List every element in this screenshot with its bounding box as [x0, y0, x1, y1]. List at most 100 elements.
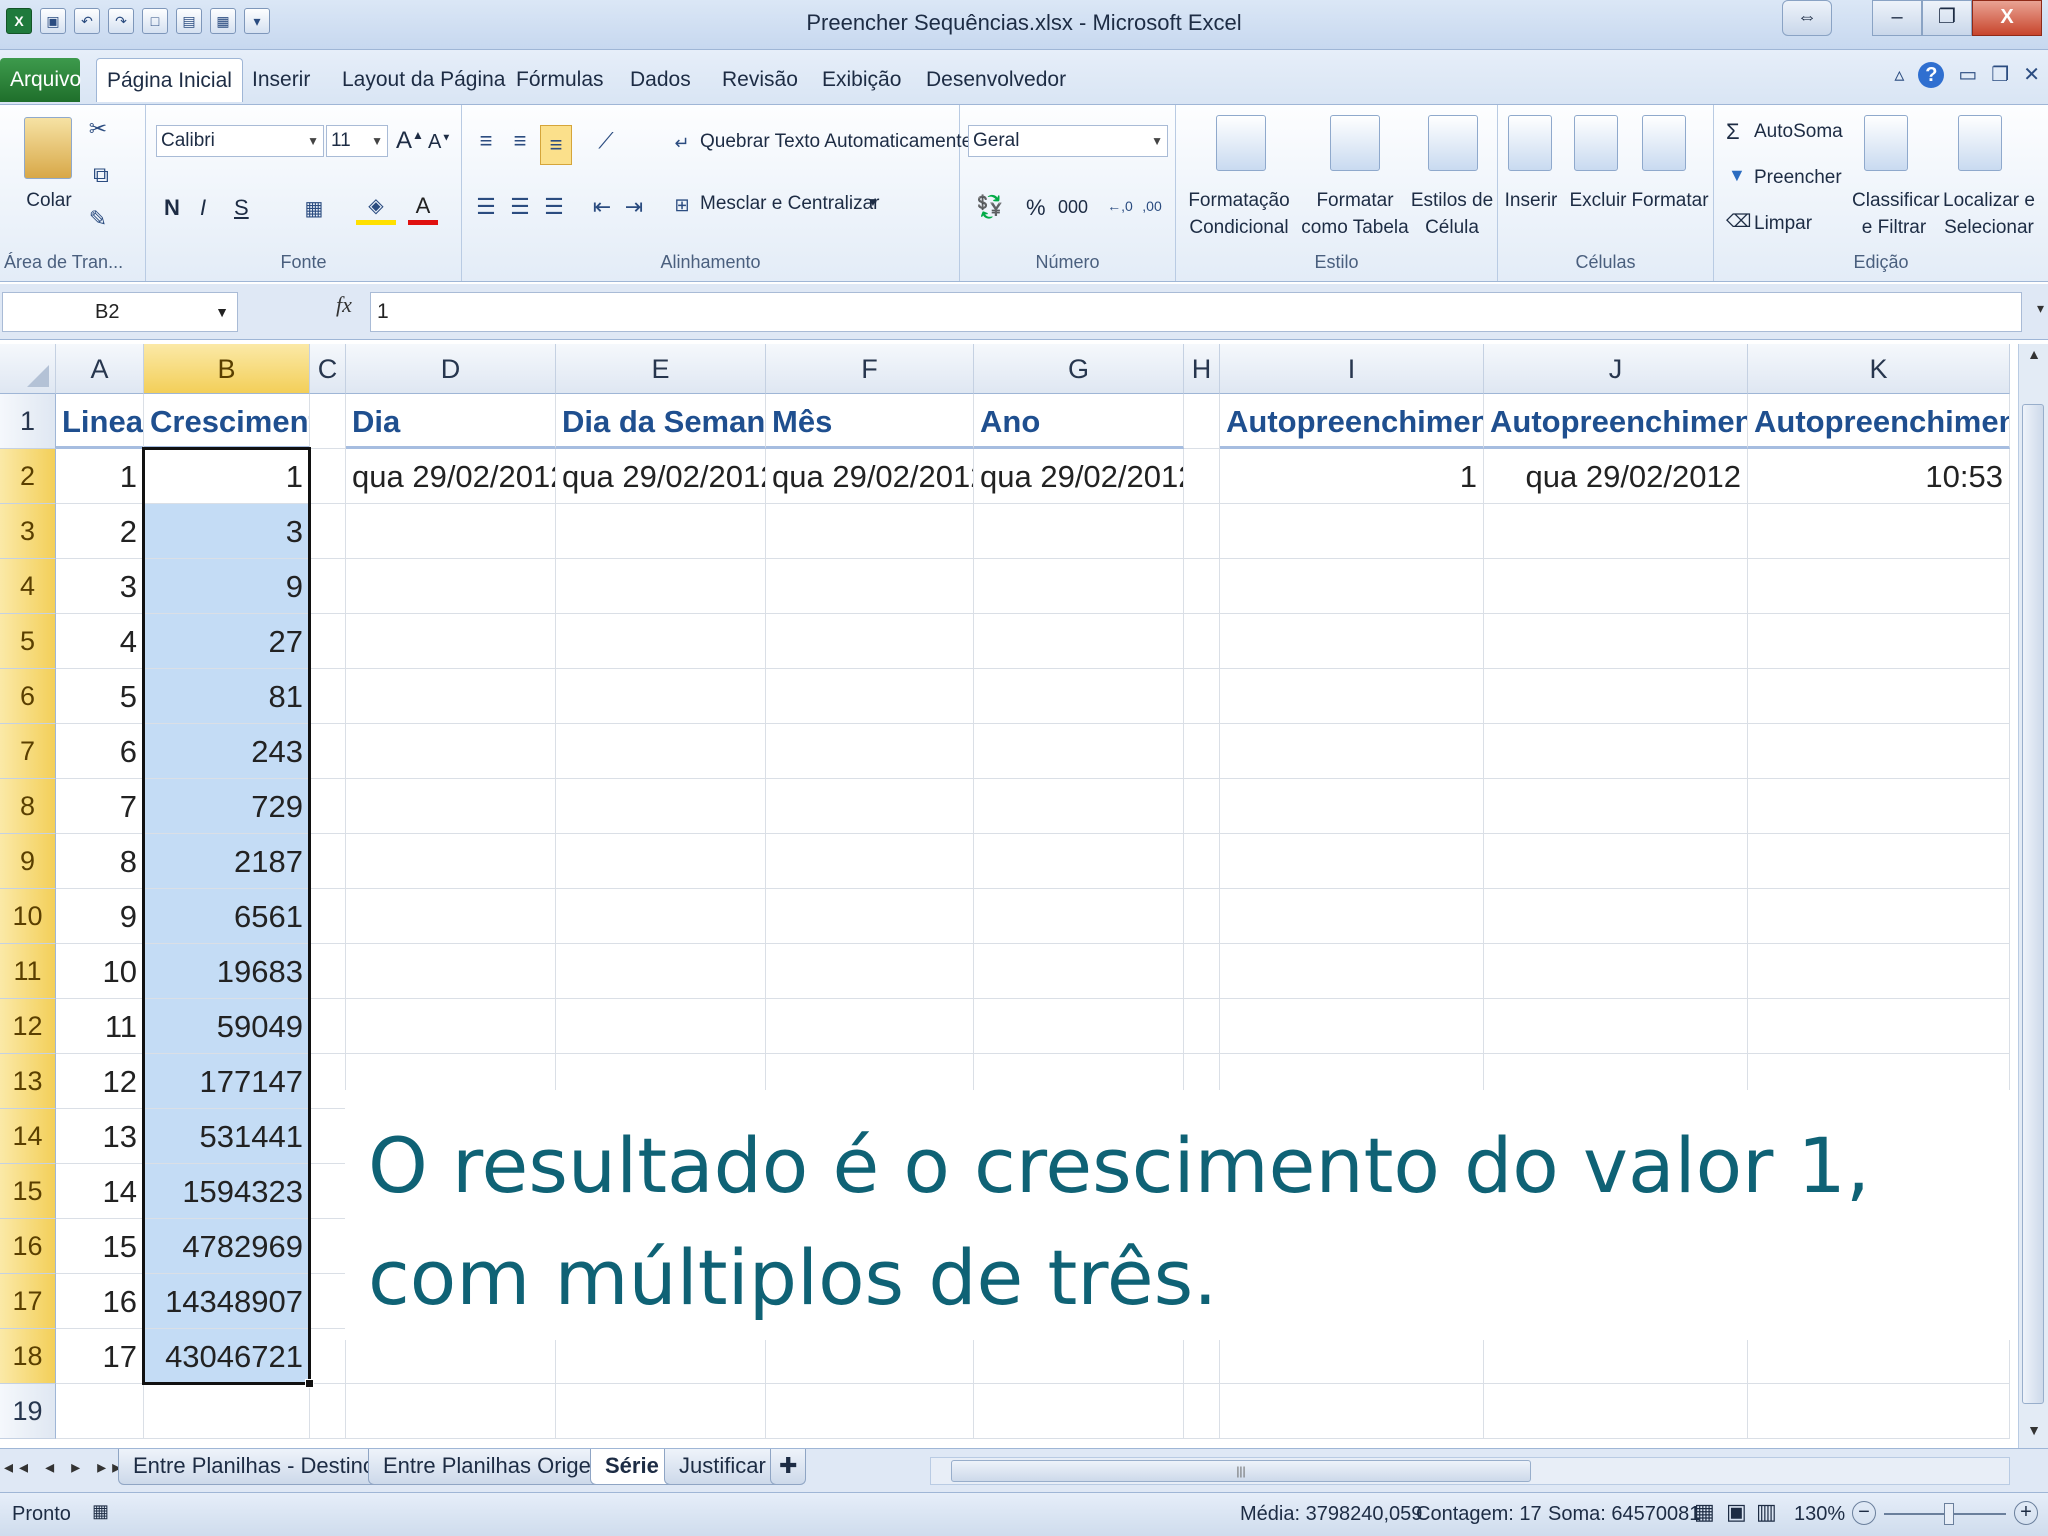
number-format-select[interactable]: Geral ▼ — [968, 125, 1168, 157]
header-cell-d[interactable]: Dia — [346, 394, 556, 449]
cell-j4[interactable] — [1484, 559, 1748, 614]
column-header-j[interactable]: J — [1484, 344, 1748, 394]
cell-styles-button[interactable]: Estilos de Célula — [1410, 187, 1494, 241]
cell-a5[interactable]: 4 — [56, 614, 144, 669]
restore-button[interactable]: ❐ — [1922, 0, 1972, 36]
zoom-out-icon[interactable]: − — [1852, 1501, 1876, 1525]
cell-j19[interactable] — [1484, 1384, 1748, 1439]
shrink-font-icon[interactable]: A▼ — [428, 131, 451, 154]
cell-b6[interactable]: 81 — [144, 669, 310, 724]
cell-a13[interactable]: 12 — [56, 1054, 144, 1109]
cell-i9[interactable] — [1220, 834, 1484, 889]
row-header-14[interactable]: 14 — [0, 1109, 56, 1164]
sort-filter-icon[interactable] — [1864, 115, 1908, 171]
cell-i2[interactable]: 1 — [1220, 449, 1484, 504]
grow-font-icon[interactable]: A▲ — [396, 127, 424, 155]
column-header-k[interactable]: K — [1748, 344, 2010, 394]
merge-center-button[interactable]: Mesclar e Centralizar — [700, 193, 880, 215]
sheet-tab-entre-planilhas-destino[interactable]: Entre Planilhas - Destino — [118, 1449, 391, 1485]
delete-cells-button[interactable]: Excluir — [1566, 187, 1630, 214]
cell-i11[interactable] — [1220, 944, 1484, 999]
increase-indent-icon[interactable]: ⇥ — [620, 193, 648, 221]
cell-b18[interactable]: 43046721 — [144, 1329, 310, 1384]
cell-e2[interactable]: qua 29/02/2012 — [556, 449, 766, 504]
format-cells-icon[interactable] — [1642, 115, 1686, 171]
scroll-down-icon[interactable]: ▼ — [2019, 1422, 2048, 1446]
cell-c3[interactable] — [310, 504, 346, 559]
cell-b3[interactable]: 3 — [144, 504, 310, 559]
format-as-table-icon[interactable] — [1330, 115, 1380, 171]
cell-e11[interactable] — [556, 944, 766, 999]
column-header-b[interactable]: B — [144, 344, 310, 394]
chevron-down-icon[interactable]: ▼ — [867, 195, 879, 209]
tab-exibicao[interactable]: Exibição — [812, 58, 911, 102]
cell-h10[interactable] — [1184, 889, 1220, 944]
font-color-icon[interactable]: A — [408, 191, 438, 225]
tab-dados[interactable]: Dados — [620, 58, 701, 102]
cell-f11[interactable] — [766, 944, 974, 999]
vertical-scroll-thumb[interactable] — [2022, 404, 2044, 1404]
cell-a18[interactable]: 17 — [56, 1329, 144, 1384]
cell-j5[interactable] — [1484, 614, 1748, 669]
cell-a3[interactable]: 2 — [56, 504, 144, 559]
cell-f2[interactable]: qua 29/02/2012 — [766, 449, 974, 504]
cell-a14[interactable]: 13 — [56, 1109, 144, 1164]
cell-h3[interactable] — [1184, 504, 1220, 559]
page-break-view-icon[interactable]: ▥ — [1756, 1499, 1777, 1525]
header-cell-f[interactable]: Mês — [766, 394, 974, 449]
cell-k4[interactable] — [1748, 559, 2010, 614]
cell-i19[interactable] — [1220, 1384, 1484, 1439]
sheet-tab-justificar[interactable]: Justificar — [664, 1449, 781, 1485]
name-box[interactable]: B2 ▼ — [2, 292, 238, 332]
cell-d19[interactable] — [346, 1384, 556, 1439]
cell-g3[interactable] — [974, 504, 1184, 559]
cell-h7[interactable] — [1184, 724, 1220, 779]
borders-icon[interactable]: ▦ — [294, 193, 334, 223]
minimize-button[interactable]: – — [1872, 0, 1922, 36]
cell-k6[interactable] — [1748, 669, 2010, 724]
cell-a2[interactable]: 1 — [56, 449, 144, 504]
percent-button[interactable]: % — [1026, 195, 1046, 221]
column-header-h[interactable]: H — [1184, 344, 1220, 394]
cell-f9[interactable] — [766, 834, 974, 889]
cell-c15[interactable] — [310, 1164, 346, 1219]
cell-f10[interactable] — [766, 889, 974, 944]
cell-k9[interactable] — [1748, 834, 2010, 889]
cell-i5[interactable] — [1220, 614, 1484, 669]
row-header-15[interactable]: 15 — [0, 1164, 56, 1219]
scroll-up-icon[interactable]: ▲ — [2019, 346, 2048, 370]
cell-e10[interactable] — [556, 889, 766, 944]
cell-a9[interactable]: 8 — [56, 834, 144, 889]
cell-b11[interactable]: 19683 — [144, 944, 310, 999]
cell-g6[interactable] — [974, 669, 1184, 724]
fill-button[interactable]: Preencher — [1754, 167, 1842, 189]
vertical-scrollbar[interactable]: ▲ ▼ — [2018, 344, 2048, 1448]
cell-e3[interactable] — [556, 504, 766, 559]
cell-g12[interactable] — [974, 999, 1184, 1054]
tab-revisao[interactable]: Revisão — [712, 58, 808, 102]
page-layout-view-icon[interactable]: ▣ — [1726, 1499, 1747, 1525]
cell-d12[interactable] — [346, 999, 556, 1054]
header-cell-b[interactable]: Crescimento — [144, 394, 310, 449]
cell-e4[interactable] — [556, 559, 766, 614]
find-select-icon[interactable] — [1958, 115, 2002, 171]
cell-d8[interactable] — [346, 779, 556, 834]
cell-j9[interactable] — [1484, 834, 1748, 889]
cell-a11[interactable]: 10 — [56, 944, 144, 999]
row-header-17[interactable]: 17 — [0, 1274, 56, 1329]
row-header-1[interactable]: 1 — [0, 394, 56, 449]
orientation-icon[interactable]: ⟋ — [588, 127, 624, 155]
cell-k7[interactable] — [1748, 724, 2010, 779]
row-header-3[interactable]: 3 — [0, 504, 56, 559]
decrease-decimal-icon[interactable]: ,00 — [1138, 191, 1166, 221]
column-header-g[interactable]: G — [974, 344, 1184, 394]
delete-cells-icon[interactable] — [1574, 115, 1618, 171]
cell-k8[interactable] — [1748, 779, 2010, 834]
cell-b7[interactable]: 243 — [144, 724, 310, 779]
cell-d2[interactable]: qua 29/02/2012 — [346, 449, 556, 504]
autosum-button[interactable]: AutoSoma — [1754, 121, 1843, 143]
cell-b14[interactable]: 531441 — [144, 1109, 310, 1164]
cell-h11[interactable] — [1184, 944, 1220, 999]
macro-record-icon[interactable]: ▦ — [92, 1501, 109, 1522]
cell-i3[interactable] — [1220, 504, 1484, 559]
